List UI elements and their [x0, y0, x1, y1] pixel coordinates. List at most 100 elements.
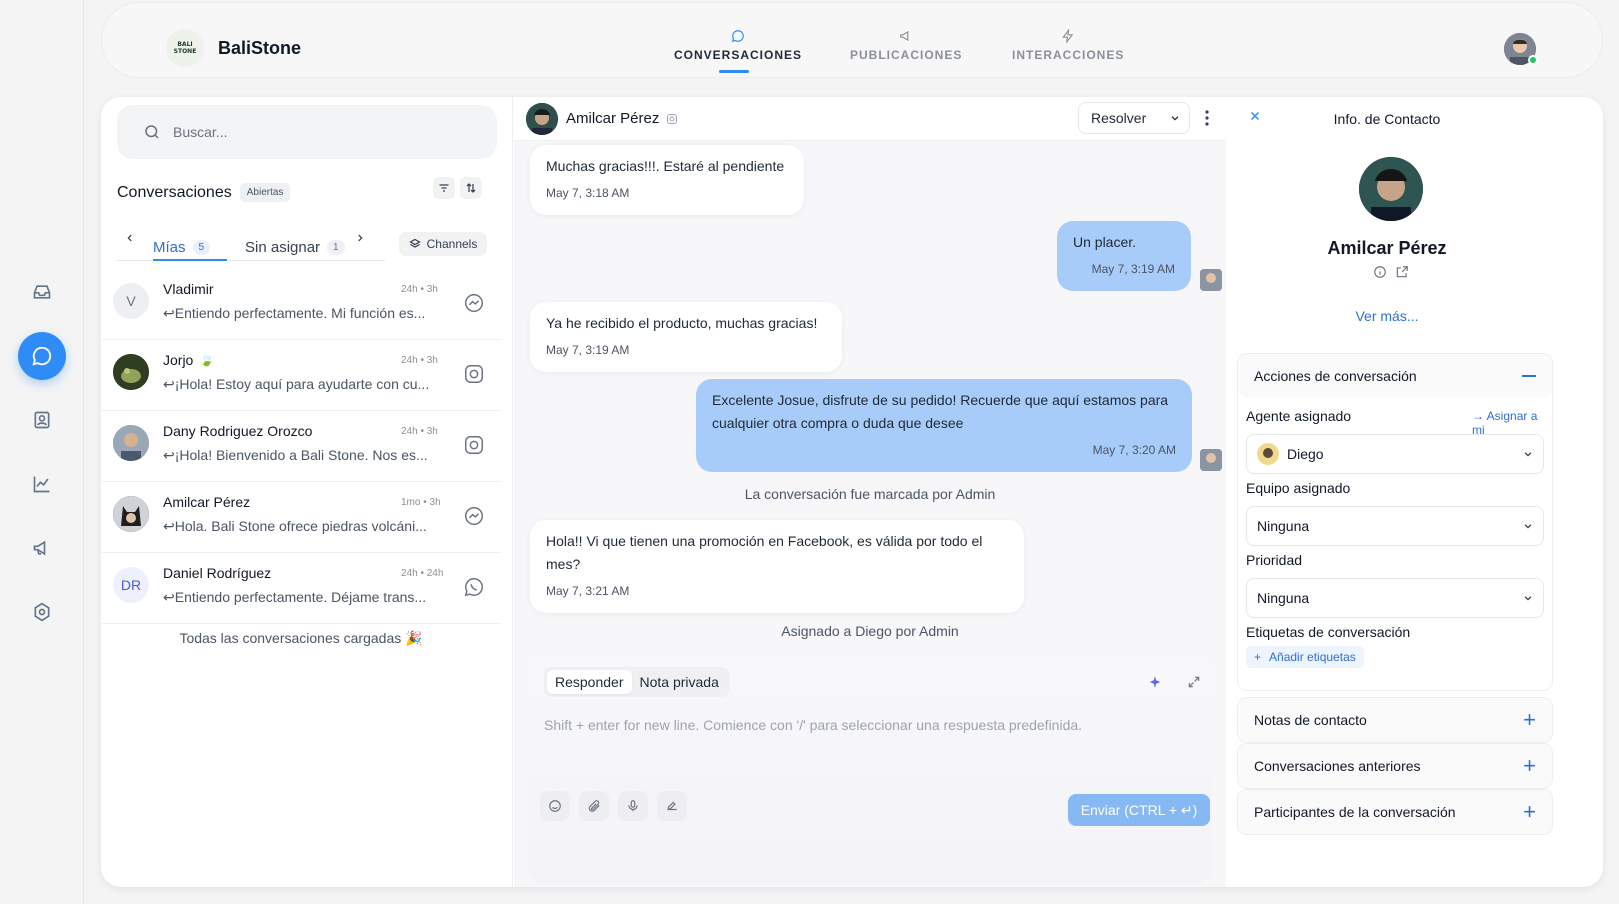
- attach-button[interactable]: [579, 791, 609, 821]
- inbox-icon[interactable]: [18, 268, 66, 316]
- message-time: May 7, 3:19 AM: [1091, 262, 1175, 276]
- message-time: May 7, 3:21 AM: [546, 584, 630, 598]
- messenger-icon: [463, 505, 485, 527]
- preview-text: Entiendo perfectamente. Déjame trans...: [174, 589, 427, 605]
- tags-label: Etiquetas de conversación: [1246, 624, 1411, 640]
- chevron-right-icon[interactable]: [355, 233, 365, 243]
- brand-logo: BALI STONE: [166, 29, 204, 67]
- reports-icon[interactable]: [18, 460, 66, 508]
- previous-conversations-section[interactable]: Conversaciones anteriores +: [1237, 743, 1553, 789]
- emoji-button[interactable]: [540, 791, 570, 821]
- brand-name: BaliStone: [218, 38, 302, 58]
- expand-icon[interactable]: [1187, 675, 1201, 689]
- agent-avatar: [1200, 449, 1222, 471]
- contact-notes-section[interactable]: Notas de contacto +: [1237, 697, 1553, 743]
- message-input[interactable]: Shift + enter for new line. Comience con…: [544, 717, 1082, 733]
- priority-select[interactable]: Ninguna: [1246, 578, 1544, 618]
- collapse-icon[interactable]: [1522, 374, 1536, 378]
- tab-nota-privada[interactable]: Nota privada: [632, 670, 727, 694]
- megaphone-icon: [899, 29, 913, 43]
- plus-icon[interactable]: +: [1523, 707, 1536, 733]
- settings-icon[interactable]: [18, 588, 66, 636]
- assign-me-link[interactable]: → Asignar a mi: [1472, 409, 1552, 437]
- avatar: [113, 354, 149, 390]
- message-preview: ↩¡Hola! Bienvenido a Bali Stone. Nos es.…: [163, 447, 445, 464]
- avatar: [113, 496, 149, 532]
- contact-name: Vladimir: [163, 281, 214, 297]
- assignment-tabs: Mías 5 Sin asignar 1: [117, 229, 385, 261]
- tab-label: Mías: [153, 239, 186, 256]
- conversation-row[interactable]: Jorjo 🍃 24h • 3h ↩¡Hola! Estoy aquí para …: [101, 340, 501, 411]
- section-header[interactable]: Conversaciones anteriores +: [1238, 744, 1552, 788]
- contact-name: Jorjo 🍃: [163, 352, 214, 368]
- chat-bubble-icon: [731, 29, 745, 43]
- tab-publicaciones[interactable]: PUBLICACIONES: [850, 29, 962, 62]
- chevron-left-icon[interactable]: [125, 233, 135, 243]
- see-more-link[interactable]: Ver más...: [1227, 308, 1547, 324]
- sort-button[interactable]: [460, 177, 482, 199]
- paperclip-icon: [587, 799, 601, 813]
- conversation-row[interactable]: Dany Rodriguez Orozco 24h • 3h ↩¡Hola! B…: [101, 411, 501, 482]
- channels-button[interactable]: Channels: [399, 232, 487, 256]
- section-header[interactable]: Notas de contacto +: [1238, 698, 1552, 742]
- signature-icon: [665, 799, 679, 813]
- message-outgoing: Excelente Josue, disfrute de su pedido! …: [696, 379, 1192, 472]
- reply-icon: ↩: [163, 518, 175, 534]
- info-icon[interactable]: [1373, 265, 1387, 279]
- team-select[interactable]: Ninguna: [1246, 506, 1544, 546]
- resolve-button[interactable]: Resolver: [1078, 102, 1190, 134]
- tab-conversaciones[interactable]: CONVERSACIONES: [674, 29, 802, 62]
- contacts-icon[interactable]: [18, 396, 66, 444]
- message-incoming: Muchas gracias!!!. Estaré al pendiente M…: [530, 145, 804, 215]
- tab-interacciones[interactable]: INTERACCIONES: [1012, 29, 1124, 62]
- section-header[interactable]: Acciones de conversación: [1238, 354, 1552, 398]
- reply-icon: ↩: [163, 376, 175, 392]
- send-button[interactable]: Enviar (CTRL + ↵): [1068, 794, 1210, 826]
- avatar: [113, 425, 149, 461]
- conversation-row[interactable]: V Vladimir 24h • 3h ↩Entiendo perfectame…: [101, 269, 501, 340]
- signature-button[interactable]: [657, 791, 687, 821]
- message-time: May 7, 3:19 AM: [546, 343, 630, 357]
- tab-mias[interactable]: Mías 5: [153, 239, 211, 256]
- contact-name: Amilcar Pérez: [1327, 238, 1447, 258]
- message-incoming: Hola!! Vi que tienen una promoción en Fa…: [530, 520, 1024, 613]
- contact-avatar[interactable]: [526, 103, 558, 135]
- contact-name: Daniel Rodríguez: [163, 565, 271, 581]
- tab-label: PUBLICACIONES: [850, 48, 963, 62]
- subtab-underline: [153, 259, 227, 261]
- messenger-icon: [463, 292, 485, 314]
- chat-icon[interactable]: [18, 332, 66, 380]
- conversation-row[interactable]: DR Daniel Rodríguez 24h • 24h ↩Entiendo …: [101, 553, 501, 624]
- agent-select[interactable]: Diego: [1246, 434, 1544, 474]
- timestamp: 24h • 3h: [401, 426, 438, 437]
- plus-icon[interactable]: +: [1523, 753, 1536, 779]
- external-link-icon[interactable]: [1395, 265, 1409, 279]
- tab-label: INTERACCIONES: [1012, 48, 1125, 62]
- conversation-row[interactable]: Amilcar Pérez 1mo • 3h ↩Hola. Bali Stone…: [101, 482, 501, 553]
- filter-button[interactable]: [433, 177, 455, 199]
- search-icon: [143, 123, 161, 141]
- add-tags-button[interactable]: + Añadir etiquetas: [1246, 646, 1364, 668]
- campaigns-icon[interactable]: [18, 524, 66, 572]
- agent-avatar: [1200, 269, 1222, 291]
- contact-name-text: Dany Rodriguez Orozco: [163, 423, 313, 439]
- layers-icon: [408, 238, 421, 250]
- status-chip[interactable]: Abiertas: [239, 183, 291, 202]
- preview-text: Hola. Bali Stone ofrece piedras volcáni.…: [174, 518, 427, 534]
- tab-responder[interactable]: Responder: [547, 670, 632, 694]
- main-panel: Buscar... Conversaciones Abiertas Mías 5…: [101, 97, 1603, 887]
- message-preview: ↩Entiendo perfectamente. Déjame trans...: [163, 589, 445, 606]
- participants-section[interactable]: Participantes de la conversación +: [1237, 789, 1553, 835]
- search-box[interactable]: Buscar...: [117, 105, 497, 159]
- more-options-icon[interactable]: [1204, 109, 1210, 127]
- ai-sparkle-icon[interactable]: [1148, 675, 1162, 689]
- sort-icon: [465, 182, 477, 194]
- plus-icon[interactable]: +: [1523, 799, 1536, 825]
- tab-sin-asignar[interactable]: Sin asignar 1: [245, 239, 345, 256]
- reply-mode-tabs: Responder Nota privada: [544, 667, 730, 697]
- chevron-down-icon: [1523, 449, 1533, 459]
- section-header[interactable]: Participantes de la conversación +: [1238, 790, 1552, 834]
- preview-text: ¡Hola! Bienvenido a Bali Stone. Nos es..…: [174, 447, 428, 463]
- message-time: May 7, 3:18 AM: [546, 186, 630, 200]
- audio-button[interactable]: [618, 791, 648, 821]
